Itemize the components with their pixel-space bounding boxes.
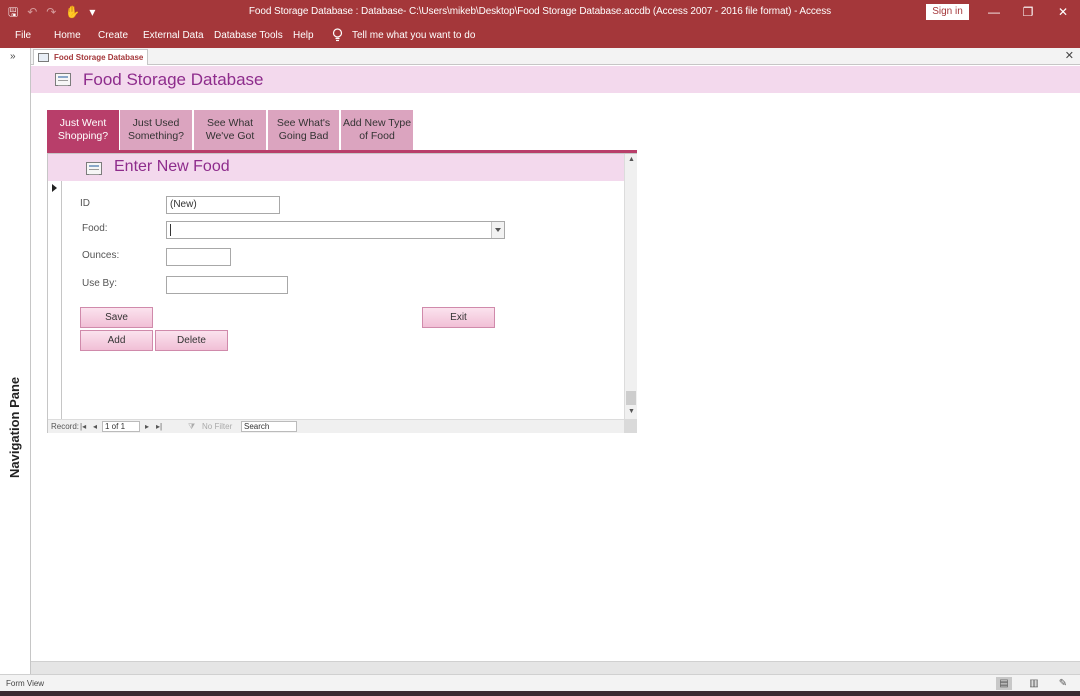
vertical-scrollbar[interactable]: ▲ ▼ (624, 154, 637, 419)
tell-me-search[interactable]: Tell me what you want to do (352, 30, 475, 41)
scroll-corner (624, 419, 637, 433)
tab-just-used-something[interactable]: Just Used Something? (120, 110, 192, 150)
window-title: Food Storage Database : Database- C:\Use… (248, 6, 832, 17)
scroll-down-icon[interactable]: ▼ (628, 408, 635, 415)
form-header: Food Storage Database (31, 66, 1080, 93)
tab-label-line1: See What's (276, 117, 331, 129)
no-filter-label[interactable]: No Filter (202, 422, 232, 431)
id-field[interactable]: (New) (166, 196, 280, 214)
enter-new-food-subform: Enter New Food ID (New) Food: Ounces: Us… (47, 153, 637, 433)
status-text: Form View (6, 679, 45, 688)
form-title: Food Storage Database (83, 70, 264, 89)
add-button[interactable]: Add (80, 330, 153, 351)
lightbulb-icon (332, 28, 343, 42)
filter-icon: ⧩ (188, 422, 196, 431)
record-selector[interactable] (48, 181, 62, 419)
title-bar: 🖫 ↶ ↷ ✋ ▾ Food Storage Database : Databa… (0, 0, 1080, 25)
delete-button[interactable]: Delete (155, 330, 228, 351)
scroll-thumb[interactable] (626, 391, 636, 405)
current-record-icon (52, 184, 57, 192)
close-window-button[interactable]: ✕ (1053, 3, 1073, 21)
tab-label-line1: Just Used (132, 117, 180, 129)
form-icon (55, 73, 71, 86)
tab-label-line2: We've Got (205, 130, 255, 142)
tab-label-line2: Shopping? (57, 130, 109, 142)
subform-title: Enter New Food (114, 158, 230, 175)
horizontal-scrollbar[interactable] (31, 661, 1080, 674)
ounces-label: Ounces: (82, 250, 120, 261)
tab-label-line1: See What (206, 117, 254, 129)
tab-label-line1: Just Went (59, 117, 107, 129)
tab-just-went-shopping[interactable]: Just Went Shopping? (47, 110, 119, 150)
form-view-icon[interactable]: ▤ (996, 677, 1012, 690)
tab-label-line2: of Food (359, 130, 395, 142)
navigation-pane: » Navigation Pane (0, 48, 31, 674)
document-tabs: Food Storage Database ✕ (31, 48, 1080, 65)
layout-view-icon[interactable]: ▥ (1026, 677, 1042, 690)
menu-database-tools[interactable]: Database Tools (214, 30, 283, 41)
search-field[interactable]: Search (241, 421, 297, 432)
use-by-field[interactable] (166, 276, 288, 294)
menu-file[interactable]: File (15, 30, 31, 41)
form-icon (38, 53, 49, 62)
first-record-icon[interactable]: |◂ (80, 422, 86, 431)
minimize-button[interactable]: — (984, 3, 1004, 21)
taskbar (0, 691, 1080, 696)
expand-nav-icon[interactable]: » (10, 51, 16, 62)
tab-label-line1: Add New Type (342, 117, 412, 129)
previous-record-icon[interactable]: ◂ (93, 422, 97, 431)
tab-see-what-weve-got[interactable]: See What We've Got (194, 110, 266, 150)
navigation-pane-label[interactable]: Navigation Pane (7, 348, 22, 478)
scroll-up-icon[interactable]: ▲ (628, 156, 635, 163)
use-by-label: Use By: (82, 278, 118, 289)
text-cursor (170, 224, 171, 236)
next-record-icon[interactable]: ▸ (145, 422, 149, 431)
record-navigation-bar: Record: |◂ ◂ 1 of 1 ▸ ▸| ⧩ No Filter Sea… (48, 419, 637, 433)
current-record-field[interactable]: 1 of 1 (102, 421, 140, 432)
last-record-icon[interactable]: ▸| (156, 422, 162, 431)
form-icon (86, 162, 102, 175)
document-tab-label: Food Storage Database (54, 53, 144, 62)
record-label: Record: (51, 422, 80, 431)
sign-in-button[interactable]: Sign in (926, 4, 969, 20)
tab-add-new-type-of-food[interactable]: Add New Type of Food (341, 110, 413, 150)
menu-help[interactable]: Help (293, 30, 314, 41)
exit-button[interactable]: Exit (422, 307, 495, 328)
chevron-down-icon[interactable] (491, 222, 504, 238)
ribbon-tabs: File Home Create External Data Database … (0, 25, 1080, 48)
ounces-field[interactable] (166, 248, 231, 266)
menu-create[interactable]: Create (98, 30, 128, 41)
tab-see-whats-going-bad[interactable]: See What's Going Bad (268, 110, 339, 150)
document-tab-food-storage[interactable]: Food Storage Database (33, 49, 149, 65)
menu-external-data[interactable]: External Data (143, 30, 204, 41)
status-bar: Form View ▤ ▥ ✎ (0, 674, 1080, 691)
menu-home[interactable]: Home (54, 30, 81, 41)
restore-button[interactable]: ❐ (1018, 3, 1038, 21)
id-label: ID (80, 198, 90, 209)
save-button[interactable]: Save (80, 307, 153, 328)
design-view-icon[interactable]: ✎ (1055, 677, 1071, 690)
tab-label-line2: Something? (127, 130, 185, 142)
close-document-icon[interactable]: ✕ (1065, 49, 1074, 62)
subform-header: Enter New Food (48, 154, 624, 181)
food-combobox[interactable] (166, 221, 505, 239)
tab-label-line2: Going Bad (278, 130, 329, 142)
food-label: Food: (82, 223, 108, 234)
